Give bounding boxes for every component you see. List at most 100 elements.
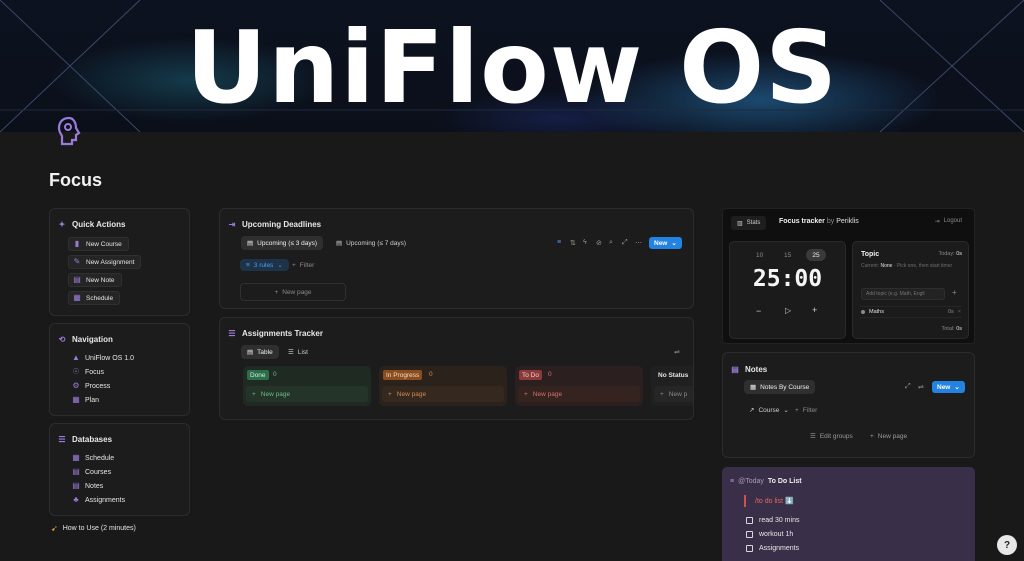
plus-button[interactable]: + <box>812 305 817 315</box>
db-item-assignments[interactable]: ♣ Assignments <box>72 496 125 504</box>
topic-label: Topic <box>861 251 880 258</box>
notes-title: ▤ Notes <box>731 364 768 374</box>
wand-icon: ✦ <box>58 219 66 229</box>
new-page-to-do[interactable]: + New page <box>518 386 640 402</box>
view-table-tab[interactable]: ▤ Table <box>241 345 279 359</box>
nav-item-focus[interactable]: ☉ Focus <box>72 368 104 376</box>
upcoming-deadlines-card: ⇥ Upcoming Deadlines ▤ Upcoming (≤ 3 day… <box>219 208 694 309</box>
today-total: Today: 0s <box>938 251 962 257</box>
rules-chip[interactable]: ≡ 3 rules ⌄ <box>240 259 289 271</box>
how-to-use-link[interactable]: ➹ How to Use (2 minutes) <box>51 524 136 533</box>
quick-actions-card: ✦ Quick Actions ▮ New Course ✎ New Assig… <box>49 208 190 316</box>
count-done: 0 <box>273 371 277 378</box>
list-icon: ☰ <box>288 349 294 356</box>
calendar-icon: ▦ <box>72 395 80 404</box>
notes-new-page-button[interactable]: + New page <box>864 430 913 442</box>
new-page-in-progress[interactable]: + New page <box>382 386 504 402</box>
more-icon[interactable]: ⋯ <box>635 239 642 247</box>
new-note-button[interactable]: ▤ New Note <box>68 273 122 287</box>
filter-icon[interactable]: ≡ <box>557 239 561 246</box>
link-icon[interactable]: ⊘ <box>596 239 602 247</box>
chevron-down-icon: ⌄ <box>954 384 960 391</box>
refresh-icon: ⟲ <box>58 334 66 344</box>
doc-icon: ▤ <box>336 240 343 247</box>
todo-item[interactable]: read 30 mins <box>746 517 799 524</box>
deadlines-new-button[interactable]: New ⌄ <box>649 237 682 249</box>
todo-item[interactable]: workout 1h <box>746 531 793 538</box>
preset-15[interactable]: 15 <box>784 252 791 259</box>
db-item-courses[interactable]: ▤ Courses <box>72 468 111 476</box>
checkbox[interactable] <box>746 517 753 524</box>
sort-icon[interactable]: ⇅ <box>570 239 576 247</box>
dot-icon <box>861 310 865 314</box>
tab-upcoming-7-days[interactable]: ▤ Upcoming (≤ 7 days) <box>330 236 412 250</box>
note-icon: ▤ <box>72 481 80 490</box>
play-icon[interactable]: ▷ <box>785 306 791 315</box>
new-assignment-button[interactable]: ✎ New Assignment <box>68 255 142 269</box>
add-topic-button[interactable]: + <box>952 288 957 297</box>
todo-callout: ≡ @Today To Do List /to do list ⬇️ read … <box>722 467 975 561</box>
course-group-chip[interactable]: ↗ Course ⌄ <box>743 404 795 416</box>
arrow-up-right-icon: ↗ <box>749 407 755 414</box>
board-column-done: Done 0 + New page <box>243 366 371 406</box>
tab-upcoming-3-days[interactable]: ▤ Upcoming (≤ 3 days) <box>241 236 324 250</box>
preset-25[interactable]: 25 <box>806 249 826 261</box>
notes-add-filter-button[interactable]: + Filter <box>789 404 823 416</box>
databases-title: ☰ Databases <box>58 434 113 444</box>
settings-sliders-icon[interactable]: ⇌ <box>918 383 924 391</box>
checkbox[interactable] <box>746 545 753 552</box>
focus-tracker-heading: Focus tracker by Periklis <box>779 218 859 225</box>
topic-row-maths[interactable]: Maths 0s × <box>861 306 961 318</box>
board-column-in-progress: In Progress 0 + New page <box>379 366 507 406</box>
list-icon: ☰ <box>810 433 816 440</box>
stats-button[interactable]: ▥ Stats <box>731 216 767 230</box>
topic-panel: Topic Today: 0s Current: None · Pick one… <box>852 241 969 339</box>
logout-button[interactable]: ⇥ Logout <box>935 218 962 225</box>
todo-item[interactable]: Assignments <box>746 545 799 552</box>
expand-icon[interactable]: ⤢ <box>905 383 911 391</box>
expand-icon[interactable]: ⤢ <box>622 239 628 247</box>
database-icon: ☰ <box>228 328 236 338</box>
preset-10[interactable]: 10 <box>756 252 763 259</box>
timer-panel: 10 15 25 25:00 − ▷ + <box>729 241 846 339</box>
new-page-done[interactable]: + New page <box>246 386 368 402</box>
close-icon[interactable]: × <box>958 309 961 315</box>
chart-icon: ▥ <box>737 220 743 227</box>
assignments-tracker-card: ☰ Assignments Tracker ▤ Table ☰ List ⇌ D… <box>219 317 694 420</box>
add-filter-button[interactable]: + Filter <box>286 259 320 271</box>
help-button[interactable]: ? <box>997 535 1017 555</box>
nav-item-uniflow[interactable]: ▲ UniFlow OS 1.0 <box>72 354 134 362</box>
view-list-tab[interactable]: ☰ List <box>282 345 314 359</box>
checklist-icon: ≡ <box>730 478 735 485</box>
calendar-icon: ▦ <box>72 453 80 462</box>
checkbox[interactable] <box>746 531 753 538</box>
notebook-icon: ▤ <box>731 364 739 374</box>
pin-icon: ✎ <box>73 257 81 266</box>
notes-new-button[interactable]: New ⌄ <box>932 381 965 393</box>
topic-input[interactable] <box>861 288 945 300</box>
settings-sliders-icon[interactable]: ⇌ <box>674 348 680 356</box>
nav-item-plan[interactable]: ▦ Plan <box>72 396 99 404</box>
new-page-no-status[interactable]: + New p <box>654 386 693 402</box>
head-icon: ☉ <box>72 367 80 376</box>
schedule-button[interactable]: ▦ Schedule <box>68 291 121 305</box>
lightning-icon[interactable]: ϟ <box>583 239 587 246</box>
count-to-do: 0 <box>548 371 552 378</box>
gear-icon: ⚙ <box>72 381 80 390</box>
timer-display: 25:00 <box>752 266 823 292</box>
db-item-notes[interactable]: ▤ Notes <box>72 482 103 490</box>
nav-item-process[interactable]: ⚙ Process <box>72 382 110 390</box>
databases-card: ☰ Databases ▦ Schedule ▤ Courses ▤ Notes… <box>49 423 190 516</box>
db-item-schedule[interactable]: ▦ Schedule <box>72 454 114 462</box>
minus-button[interactable]: − <box>756 306 761 316</box>
quote-bar <box>744 495 746 507</box>
deadlines-new-page-button[interactable]: + New page <box>240 283 346 301</box>
quick-actions-title: ✦ Quick Actions <box>58 219 126 229</box>
edit-groups-button[interactable]: ☰ Edit groups <box>804 430 859 442</box>
navigation-card: ⟲ Navigation ▲ UniFlow OS 1.0 ☉ Focus ⚙ … <box>49 323 190 416</box>
notes-by-course-tab[interactable]: ▦ Notes By Course <box>744 380 816 394</box>
new-course-button[interactable]: ▮ New Course <box>68 237 129 251</box>
table-icon: ▤ <box>247 349 254 356</box>
search-icon[interactable]: ⌕ <box>609 239 613 247</box>
cover-banner: UniFlow OS <box>0 0 1024 132</box>
